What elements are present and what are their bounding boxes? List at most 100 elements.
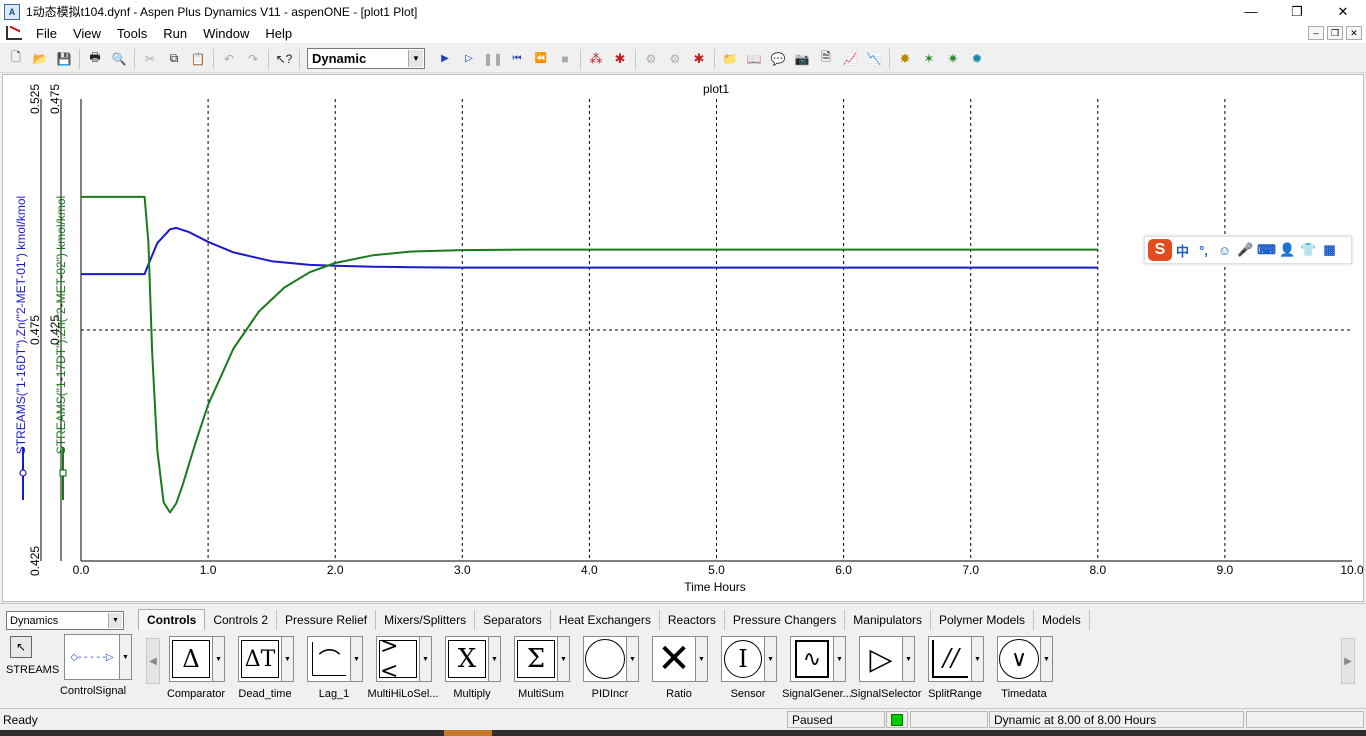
stop-icon[interactable]: ■ [555,49,575,69]
tool-spark-2-icon[interactable]: ✷ [943,49,963,69]
messages-icon[interactable]: 💬 [768,49,788,69]
tab-mixers-splitters[interactable]: Mixers/Splitters [376,610,476,630]
menu-tools[interactable]: Tools [109,26,155,41]
model-sensor[interactable]: I ▼ Sensor [718,634,787,706]
run-mode-select[interactable]: Dynamic ▼ [307,48,425,69]
model-signalselector[interactable]: ▷ ▼ SignalSelector [851,634,925,706]
control-signal-icon[interactable]: ◇- - - - -▷ [64,634,120,680]
chevron-down-icon[interactable]: ▼ [834,636,846,682]
chevron-down-icon[interactable]: ▼ [765,636,777,682]
restart-icon[interactable]: ⏮ [507,49,527,69]
tab-separators[interactable]: Separators [475,610,551,630]
model-timedata[interactable]: ∨ ▼ Timedata [994,634,1063,706]
model-ratio[interactable]: ✕ ▼ Ratio [649,634,718,706]
ime-toolbar[interactable]: S 中 °, ☺ 🎤 ⌨ 👤 👕 ▦ [1144,236,1352,264]
model-lag-1[interactable]: ⌒ ▼ Lag_1 [304,634,373,706]
chevron-down-icon[interactable]: ▼ [903,636,915,682]
menu-run[interactable]: Run [155,26,195,41]
rewind-icon[interactable]: ⏪ [531,49,551,69]
ime-user-icon[interactable]: 👤 [1277,242,1298,258]
ime-punctuation-icon[interactable]: °, [1193,243,1214,258]
analysis-icon[interactable]: ⚙ [641,49,661,69]
chevron-down-icon[interactable]: ▼ [1041,636,1053,682]
minimize-button[interactable]: — [1228,0,1274,23]
camera-icon[interactable]: 📷 [792,49,812,69]
model-glyph-icon[interactable]: I [721,636,765,682]
plot-icon[interactable]: 📈 [840,49,860,69]
step-icon[interactable]: ▷ [459,49,479,69]
analysis-settings-icon[interactable]: ⚙ [665,49,685,69]
model-pidincr[interactable]: ▼ PIDIncr [580,634,649,706]
palette-scroll-left-icon[interactable]: ◀ [146,638,160,684]
model-glyph-icon[interactable]: ⌒ [307,636,351,682]
tab-controls-2[interactable]: Controls 2 [205,610,278,630]
chevron-down-icon[interactable]: ▼ [489,636,501,682]
reset-analysis-icon[interactable]: ✱ [689,49,709,69]
model-multiply[interactable]: X ▼ Multiply [442,634,511,706]
run-icon[interactable]: ▶ [435,49,455,69]
tab-models[interactable]: Models [1034,610,1090,630]
print-icon[interactable]: 🖶 [85,49,105,69]
tab-pressure-changers[interactable]: Pressure Changers [725,610,846,630]
tab-manipulators[interactable]: Manipulators [845,610,931,630]
model-glyph-icon[interactable]: ▷ [859,636,903,682]
flowsheet-icon[interactable]: 🗎 [816,49,836,69]
model-glyph-icon[interactable]: Σ [514,636,558,682]
mdi-minimize-icon[interactable]: – [1308,26,1324,40]
close-button[interactable]: ✕ [1320,0,1366,23]
explorer-icon[interactable]: 📁 [720,49,740,69]
open-folder-icon[interactable]: 📂 [30,49,50,69]
tool-star-icon[interactable]: ✸ [895,49,915,69]
tool-spark-3-icon[interactable]: ✹ [967,49,987,69]
model-glyph-icon[interactable]: ✕ [652,636,696,682]
ime-skin-icon[interactable]: 👕 [1298,242,1319,258]
cursor-arrow-icon[interactable]: ↖ [10,636,32,658]
model-glyph-icon[interactable]: // [928,636,972,682]
mdi-close-icon[interactable]: ✕ [1346,26,1362,40]
initialize-icon[interactable]: ✱ [610,49,630,69]
control-signal-tool[interactable]: ◇- - - - -▷ ▼ ControlSignal [58,634,132,697]
model-glyph-icon[interactable]: ∨ [997,636,1041,682]
save-icon[interactable]: 💾 [54,49,74,69]
new-file-icon[interactable]: 🗋 [6,49,26,69]
model-glyph-icon[interactable]: >< [376,634,420,684]
chevron-down-icon[interactable]: ▼ [282,636,294,682]
streams-tool[interactable]: ↖ STREAMS [6,634,59,676]
ime-keyboard-icon[interactable]: ⌨ [1256,242,1277,258]
paste-icon[interactable]: 📋 [188,49,208,69]
palette-scroll-right-icon[interactable]: ▶ [1341,638,1355,684]
tab-polymer-models[interactable]: Polymer Models [931,610,1035,630]
menu-window[interactable]: Window [195,26,257,41]
restore-button[interactable]: ❐ [1274,0,1320,23]
pause-icon[interactable]: ❚❚ [483,49,503,69]
menu-view[interactable]: View [65,26,109,41]
library-select[interactable]: Dynamics ▼ [6,611,124,630]
ime-logo-icon[interactable]: S [1148,239,1172,261]
mdi-restore-icon[interactable]: ❐ [1327,26,1343,40]
ime-emoji-icon[interactable]: ☺ [1214,243,1235,258]
chevron-down-icon[interactable]: ▼ [408,50,423,67]
menu-file[interactable]: File [28,26,65,41]
model-multihilosel[interactable]: >< ▼ MultiHiLoSel... [368,634,442,706]
redo-icon[interactable]: ↷ [243,49,263,69]
ime-chinese-mode[interactable]: 中 [1172,241,1193,260]
chevron-down-icon[interactable]: ▼ [108,613,122,628]
plot-canvas[interactable]: plot1 0.0 1.0 2.0 3.0 4.0 5.0 6.0 7.0 8.0 9.0 10.0… [3,75,1364,601]
chevron-down-icon[interactable]: ▼ [120,634,132,680]
undo-icon[interactable]: ↶ [219,49,239,69]
model-glyph-icon[interactable] [583,636,627,682]
cut-icon[interactable]: ✂ [140,49,160,69]
chevron-down-icon[interactable]: ▼ [351,636,363,682]
tool-spark-icon[interactable]: ✶ [919,49,939,69]
model-splitrange[interactable]: //▼ SplitRange [925,634,994,706]
library-icon[interactable]: 📖 [744,49,764,69]
model-signalgener[interactable]: ∿ ▼ SignalGener... [782,634,856,706]
model-comparator[interactable]: Δ ▼ Comparator [166,634,235,706]
whats-this-help-icon[interactable]: ↖? [274,49,294,69]
chevron-down-icon[interactable]: ▼ [213,636,225,682]
chevron-down-icon[interactable]: ▼ [627,636,639,682]
model-multisum[interactable]: Σ ▼ MultiSum [511,634,580,706]
ime-grid-icon[interactable]: ▦ [1319,242,1340,258]
model-glyph-icon[interactable]: ΔT [238,636,282,682]
model-glyph-icon[interactable]: Δ [169,636,213,682]
